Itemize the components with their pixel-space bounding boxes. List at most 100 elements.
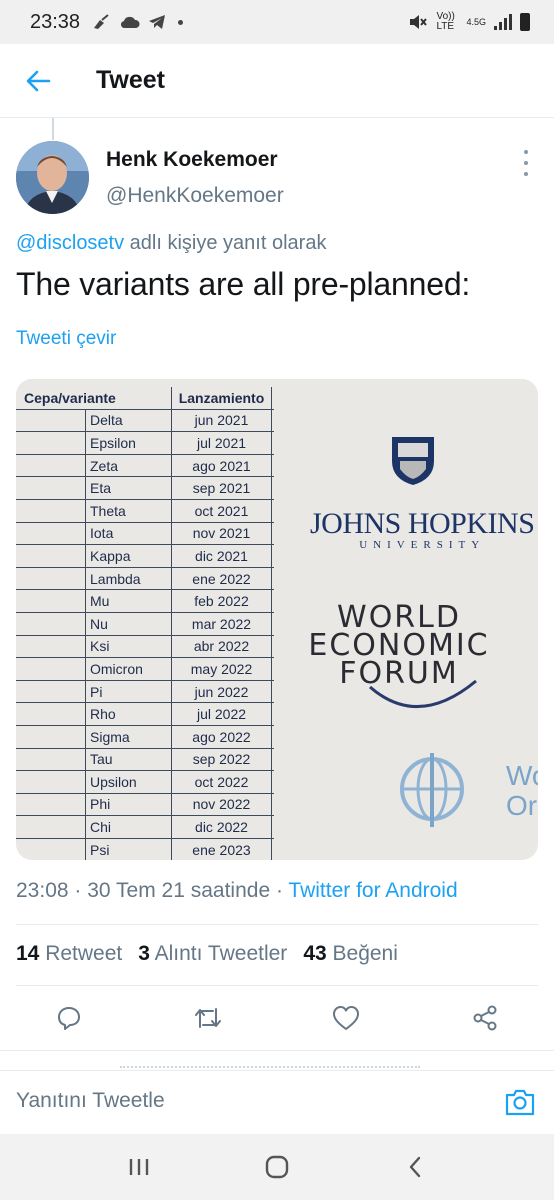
- author-avatar[interactable]: [16, 141, 89, 214]
- variant-table-row: Pi jun 2022: [16, 680, 274, 704]
- table-header-cell: Cepa/variante: [16, 387, 172, 409]
- variant-table-row: Iota nov 2021: [16, 522, 274, 546]
- thread-line: [52, 118, 54, 140]
- tweet-meta: 23:08 · 30 Tem 21 saatinde · Twitter for…: [16, 879, 458, 903]
- variant-name-cell: Pi: [86, 680, 172, 703]
- tweet-actions: [0, 986, 554, 1050]
- table-cell-blank: [16, 499, 86, 522]
- nav-home-button[interactable]: [247, 1142, 307, 1192]
- who-text-line: Wo: [506, 760, 538, 791]
- tweet-media-image[interactable]: Cepa/variante Lanzamiento Delta jun 2021 E…: [16, 379, 538, 860]
- launch-date-cell: jul 2022: [172, 703, 272, 725]
- variant-table-row: Psi ene 2023: [16, 838, 274, 860]
- wef-arc-icon: [369, 679, 477, 708]
- variant-table-header: Cepa/variante Lanzamiento: [16, 387, 274, 410]
- table-cell-blank: [16, 454, 86, 477]
- back-arrow-icon: [26, 70, 51, 91]
- quotes-label: Alıntı Tweetler: [154, 942, 288, 965]
- reply-input[interactable]: [16, 1081, 486, 1121]
- variant-name-cell: Theta: [86, 499, 172, 522]
- translate-tweet-link[interactable]: Tweeti çevir: [16, 328, 116, 350]
- status-time: 23:38: [30, 10, 81, 33]
- more-vertical-icon: [524, 150, 528, 154]
- author-handle[interactable]: @HenkKoekemoer: [106, 184, 284, 208]
- retweet-icon: [194, 1008, 221, 1028]
- reply-mention-link[interactable]: @disclosetv: [16, 232, 124, 254]
- variant-name-cell: Psi: [86, 838, 172, 860]
- divider: [16, 924, 538, 925]
- cloud-icon: [121, 16, 140, 29]
- nav-back-button[interactable]: [385, 1142, 445, 1192]
- like-button[interactable]: [277, 986, 416, 1050]
- variant-name-cell: Chi: [86, 816, 172, 838]
- signal-icon: [494, 14, 512, 30]
- jh-shield-icon: [392, 437, 434, 485]
- table-cell-blank: [16, 635, 86, 658]
- who-text-line: Org: [506, 790, 538, 821]
- more-dot: [524, 161, 528, 165]
- reply-icon: [58, 1007, 81, 1030]
- likes-stat[interactable]: 43 Beğeni: [303, 942, 398, 966]
- next-reply-peek: [0, 1050, 554, 1070]
- table-cell-blank: [16, 748, 86, 771]
- system-nav-bar: [0, 1134, 554, 1200]
- likes-label: Beğeni: [332, 942, 398, 965]
- quotes-stat[interactable]: 3 Alıntı Tweetler: [138, 942, 287, 966]
- table-cell-blank: [16, 432, 86, 454]
- author-name[interactable]: Henk Koekemoer: [106, 148, 278, 172]
- camera-icon: [505, 1089, 535, 1116]
- share-button[interactable]: [416, 986, 554, 1050]
- table-cell-blank: [16, 545, 86, 567]
- variant-name-cell: Rho: [86, 703, 172, 725]
- table-cell-blank: [16, 725, 86, 748]
- variant-table-row: Tau sep 2022: [16, 748, 274, 772]
- table-header-cell: Lanzamiento: [172, 387, 272, 409]
- variant-name-cell: Upsilon: [86, 771, 172, 793]
- retweet-button[interactable]: [139, 986, 278, 1050]
- variant-name-cell: Tau: [86, 748, 172, 771]
- variant-name-cell: Phi: [86, 793, 172, 816]
- quotes-count: 3: [138, 942, 150, 965]
- table-cell-blank: [16, 793, 86, 816]
- battery-icon: [520, 13, 530, 31]
- launch-date-cell: oct 2021: [172, 499, 272, 522]
- page-title: Tweet: [96, 66, 165, 94]
- notification-dot-icon: [178, 19, 184, 25]
- nav-back-icon: [409, 1156, 421, 1178]
- likes-count: 43: [303, 942, 327, 965]
- variant-table-row: Rho jul 2022: [16, 703, 274, 726]
- nav-recents-button[interactable]: [109, 1142, 169, 1192]
- retweets-label: Retweet: [45, 942, 123, 965]
- share-icon: [473, 1005, 497, 1031]
- nav-home-icon: [265, 1155, 289, 1179]
- variant-name-cell: Mu: [86, 590, 172, 612]
- retweets-stat[interactable]: 14 Retweet: [16, 942, 122, 966]
- mute-icon: [410, 15, 428, 29]
- variant-name-cell: Iota: [86, 522, 172, 545]
- variant-table-row: Nu mar 2022: [16, 612, 274, 636]
- table-cell-blank: [16, 567, 86, 590]
- more-options-button[interactable]: [516, 150, 536, 176]
- reply-button[interactable]: [0, 986, 139, 1050]
- launch-date-cell: jun 2021: [172, 409, 272, 432]
- broom-icon: [94, 14, 109, 29]
- camera-button[interactable]: [504, 1087, 536, 1117]
- johns-hopkins-logo: JOHNS HOPKINS UNIVERSITY: [310, 507, 535, 551]
- tweet-stats: 14 Retweet 3 Alıntı Tweetler 43 Beğeni: [16, 942, 398, 966]
- back-button[interactable]: [0, 44, 76, 118]
- app-header: Tweet: [0, 44, 554, 118]
- wef-logo: WORLD ECONOMIC FORUM: [304, 603, 494, 689]
- who-text: Wo Org: [506, 761, 538, 821]
- launch-date-cell: ene 2023: [172, 838, 272, 860]
- variant-name-cell: Omicron: [86, 658, 172, 680]
- tweet-timestamp: 23:08 · 30 Tem 21 saatinde ·: [16, 879, 289, 902]
- volte-label: Vo)) LTE: [436, 11, 455, 32]
- variant-table-row: Mu feb 2022: [16, 590, 274, 613]
- variant-table-row: Delta jun 2021: [16, 409, 274, 433]
- table-cell-blank: [16, 771, 86, 793]
- network-label: 4.5G: [466, 17, 486, 27]
- tweet-client-link[interactable]: Twitter for Android: [288, 879, 457, 902]
- variant-table-row: Zeta ago 2021: [16, 454, 274, 478]
- variant-table-row: Chi dic 2022: [16, 816, 274, 839]
- variant-name-cell: Kappa: [86, 545, 172, 567]
